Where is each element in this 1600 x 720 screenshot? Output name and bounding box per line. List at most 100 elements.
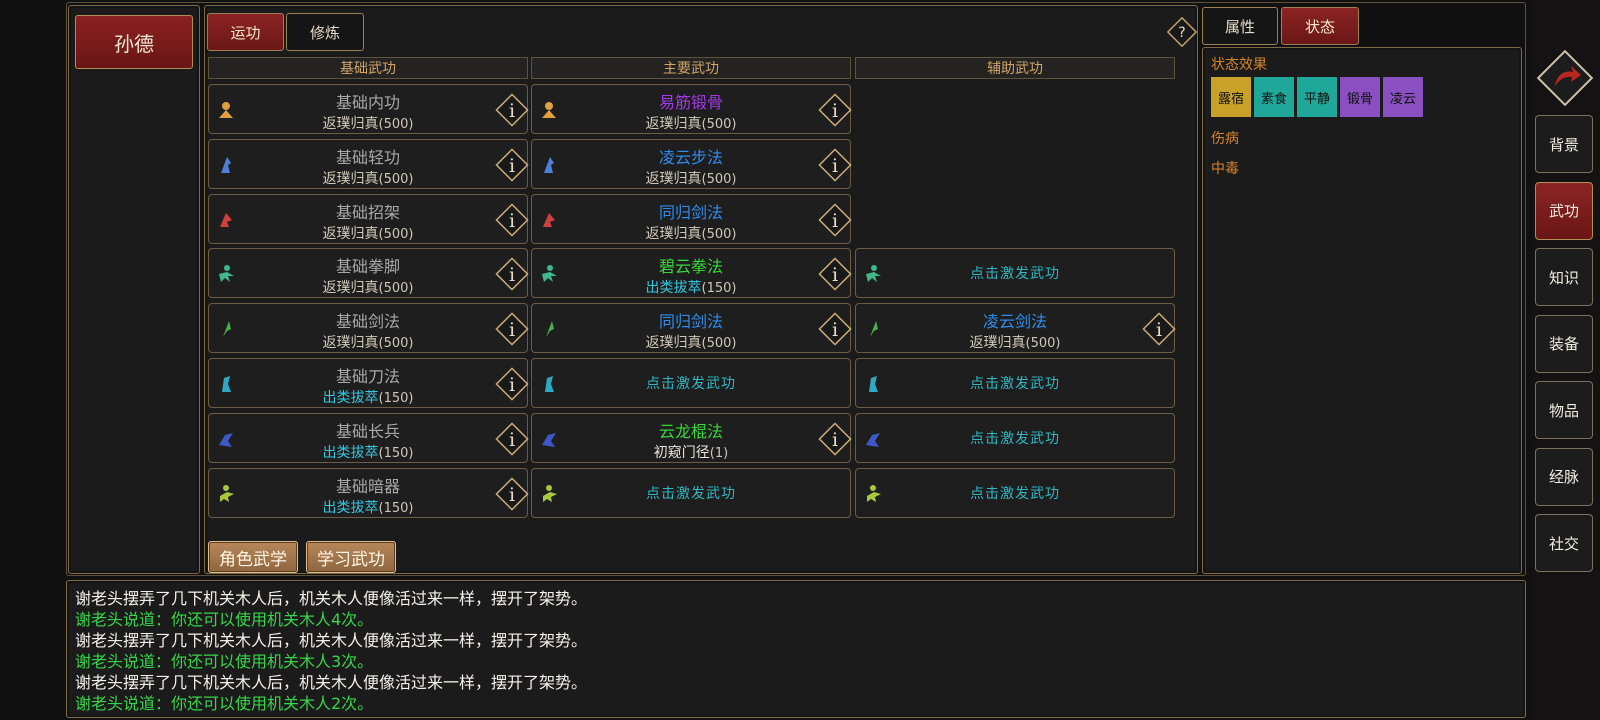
martial-slot[interactable]: 基础剑法 返璞归真(500) i [208,303,531,354]
side-nav-items[interactable]: 物品 [1535,381,1593,439]
status-effect-badge[interactable]: 露宿 [1211,77,1251,117]
info-icon[interactable]: i [493,310,531,348]
svg-text:i: i [832,429,838,451]
question-icon[interactable]: ? [1167,17,1197,47]
info-icon[interactable]: i [493,255,531,293]
martial-slot[interactable]: 易筋锻骨 返璞归真(500) i [531,84,854,134]
martial-name: 基础刀法 [335,367,400,386]
character-name-button[interactable]: 孙德 [75,15,193,69]
info-icon[interactable]: i [493,201,531,239]
martial-slot[interactable]: 凌云剑法 返璞归真(500) i [855,303,1178,354]
martial-slot[interactable]: 同归剑法 返璞归真(500) i [531,303,854,354]
activate-martial-text: 点击激发武功 [970,485,1060,502]
learn-martial-button[interactable]: 学习武功 [306,541,396,573]
status-effect-badge[interactable]: 凌云 [1383,77,1423,117]
tab-xiulian[interactable]: 修炼 [286,13,364,51]
martial-rank: 出类拔萃 [322,390,379,406]
martial-name: 同归剑法 [658,312,723,332]
activate-martial-text: 点击激发武功 [970,266,1060,283]
column-header-main: 主要武功 [531,57,851,79]
martial-name: 碧云拳法 [658,257,723,277]
martial-slot[interactable]: 点击激发武功 [855,358,1175,408]
info-icon[interactable]: i [493,365,531,403]
side-nav-equipment[interactable]: 装备 [1535,314,1593,373]
martial-level: 返璞归真(500) [552,168,830,188]
martial-slot[interactable]: 基础刀法 出类拔萃(150) i [208,358,531,408]
martial-rank: 返璞归真 [322,225,379,242]
svg-text:i: i [832,100,838,122]
status-effect-badge[interactable]: 素食 [1254,77,1294,117]
svg-text:i: i [509,210,515,232]
martial-level-number: (500) [701,117,737,132]
side-nav-meridians[interactable]: 经脉 [1535,447,1593,506]
info-icon[interactable]: i [816,255,854,293]
martial-slot[interactable]: 凌云步法 返璞归真(500) i [531,138,854,189]
martial-level: 返璞归真(500) [229,332,507,352]
martial-level-number: (500) [701,336,737,352]
info-icon[interactable]: i [816,146,854,184]
side-nav-background[interactable]: 背景 [1535,115,1593,173]
martial-name: 基础暗器 [335,476,400,496]
martial-slot[interactable]: 基础招架 返璞归真(500) i [208,193,531,244]
martial-rank: 出类拔萃 [322,444,379,461]
martial-name: 基础剑法 [335,312,400,332]
activate-martial-text: 点击激发武功 [970,430,1060,447]
side-nav-social[interactable]: 社交 [1535,514,1593,572]
martial-slot[interactable]: 基础长兵 出类拔萃(150) i [208,412,531,463]
martial-name: 基础轻功 [335,147,400,167]
martial-level: 返璞归真(500) [229,168,507,188]
info-icon[interactable]: i [493,146,531,184]
activate-martial-text: 点击激发武功 [646,485,736,502]
martial-level: 返璞归真(500) [876,332,1154,352]
info-icon[interactable]: i [816,91,854,129]
svg-text:i: i [832,319,838,341]
martial-slot[interactable]: 点击激发武功 [855,467,1175,518]
info-icon[interactable]: i [816,420,854,458]
martial-slot[interactable]: 点击激发武功 [531,358,851,408]
martial-level-number: (150) [378,500,414,516]
tab-attributes[interactable]: 属性 [1202,7,1278,45]
status-panel: 状态效果 露宿 素食 平静 锻骨 凌云 伤病 中毒 [1202,47,1522,574]
side-nav-martial[interactable]: 武功 [1535,181,1593,240]
status-effect-badge[interactable]: 平静 [1297,77,1337,117]
status-effect-badge[interactable]: 锻骨 [1340,77,1380,117]
svg-text:i: i [509,319,515,341]
info-icon[interactable]: i [816,201,854,239]
martial-slot[interactable]: 基础内功 返璞归真(500) i [208,84,531,134]
info-icon[interactable]: i [493,420,531,458]
martial-slot[interactable]: 基础拳脚 返璞归真(500) i [208,248,531,299]
martial-level-number: (500) [378,171,414,187]
svg-text:i: i [832,210,838,232]
martial-slot[interactable]: 云龙棍法 初窥门径(1) i [531,412,854,463]
martial-name: 同归剑法 [658,202,723,222]
martial-slot[interactable]: 基础轻功 返璞归真(500) i [208,138,531,189]
martial-rank: 返璞归真 [322,116,379,132]
martial-slot[interactable]: 碧云拳法 出类拔萃(150) i [531,248,854,299]
martial-slot[interactable]: 点击激发武功 [531,467,851,518]
message-log[interactable]: 谢老头摆弄了几下机关木人后，机关木人便像活过来一样，摆开了架势。 谢老头说道：你还… [66,580,1526,718]
svg-text:i: i [832,264,838,286]
info-icon[interactable]: i [493,475,531,513]
martial-level-number: (500) [378,226,414,242]
back-arrow-icon[interactable] [1535,48,1595,108]
info-icon[interactable]: i [1140,310,1178,348]
martial-name: 云龙棍法 [658,421,723,441]
svg-text:i: i [832,155,838,177]
martial-slot[interactable]: 同归剑法 返璞归真(500) i [531,193,854,244]
tab-status[interactable]: 状态 [1281,7,1359,45]
side-nav-knowledge[interactable]: 知识 [1535,248,1593,306]
martial-rank: 返璞归真 [322,280,379,297]
info-icon[interactable]: i [816,310,854,348]
info-icon[interactable]: i [493,91,531,129]
martial-slot[interactable]: 点击激发武功 [855,412,1175,463]
tab-yungong[interactable]: 运功 [207,13,284,51]
martial-level: 返璞归真(500) [552,113,830,133]
svg-text:i: i [1156,319,1162,341]
role-martial-button[interactable]: 角色武学 [208,541,298,573]
martial-level: 返璞归真(500) [552,223,830,243]
martial-slot[interactable]: 点击激发武功 [855,248,1175,299]
martial-slot[interactable]: 基础暗器 出类拔萃(150) i [208,467,531,518]
martial-level: 出类拔萃(150) [229,497,507,517]
activate-martial-text: 点击激发武功 [646,376,736,392]
martial-rank: 返璞归真 [645,170,702,187]
